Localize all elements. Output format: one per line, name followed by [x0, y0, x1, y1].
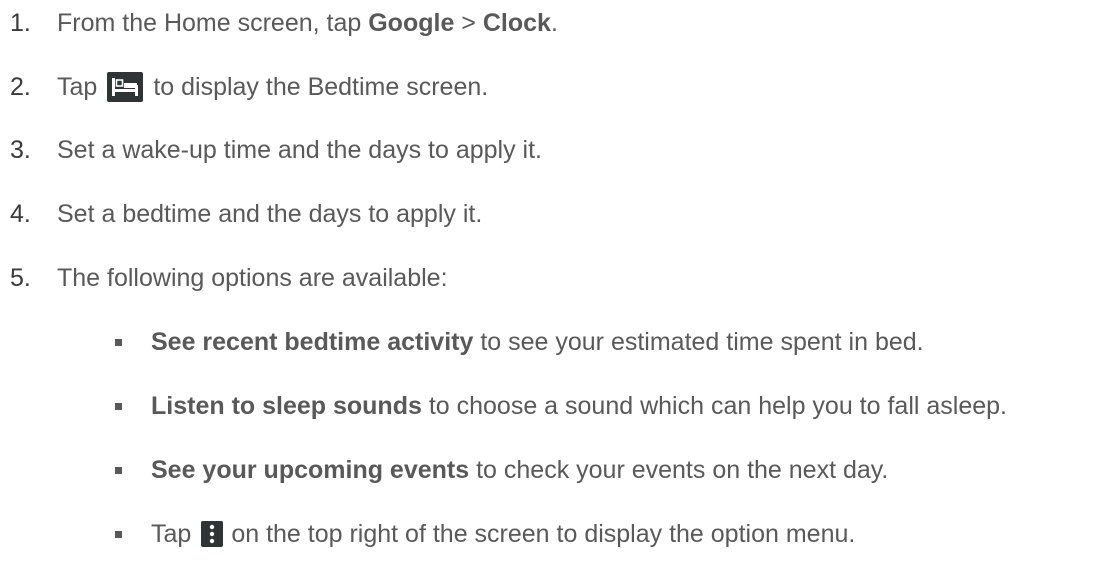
step-text: From the Home screen, tap Google > Clock… — [57, 9, 558, 38]
clock-label: Clock — [482, 8, 551, 37]
more-vertical-icon — [201, 521, 224, 547]
step-number: 5. — [10, 263, 31, 292]
list-item: Tap on the top right of the screen to di… — [0, 514, 1114, 554]
step-number: 4. — [10, 199, 31, 228]
step-text: Set a wake-up time and the days to apply… — [57, 135, 542, 164]
separator: > — [454, 8, 483, 37]
bullet-text-part: Tap — [151, 519, 192, 548]
bullet-text: See your upcoming events to check your e… — [151, 456, 888, 485]
bullet-marker — [115, 530, 122, 538]
bed-icon — [107, 72, 144, 102]
bullet-text: Listen to sleep sounds to choose a sound… — [151, 392, 1007, 421]
bullet-text: Tap on the top right of the screen to di… — [151, 520, 855, 549]
step-number: 1. — [10, 8, 31, 37]
option-name: See your upcoming events — [151, 455, 470, 484]
step-text-part: Tap — [57, 72, 98, 101]
list-item: See recent bedtime activity to see your … — [0, 322, 1114, 362]
step-2: 2. Tap to display the Bedtime screen. — [0, 67, 488, 107]
option-name: Listen to sleep sounds — [151, 391, 422, 420]
step-number: 2. — [10, 72, 31, 101]
bullet-marker — [115, 402, 122, 410]
option-name: See recent bedtime activity — [151, 327, 474, 356]
bullet-marker — [115, 338, 122, 346]
bullet-text: See recent bedtime activity to see your … — [151, 328, 924, 357]
step-text-part: to display the Bedtime screen. — [153, 72, 489, 101]
list-item: See your upcoming events to check your e… — [0, 450, 1114, 490]
step-5: 5. The following options are available: — [0, 258, 448, 298]
step-text-part: From the Home screen, tap — [57, 8, 369, 37]
option-description: to check your events on the next day. — [469, 455, 889, 484]
step-1: 1. From the Home screen, tap Google > Cl… — [0, 3, 558, 43]
step-text: Set a bedtime and the days to apply it. — [57, 199, 483, 228]
step-text-part: . — [550, 8, 558, 37]
option-description: to choose a sound which can help you to … — [421, 391, 1007, 420]
bullet-marker — [115, 466, 122, 474]
step-text: The following options are available: — [57, 263, 448, 292]
google-label: Google — [368, 8, 455, 37]
step-text: Tap to display the Bedtime screen. — [57, 72, 488, 102]
step-number: 3. — [10, 135, 31, 164]
step-3: 3. Set a wake-up time and the days to ap… — [0, 130, 542, 170]
option-description: to see your estimated time spent in bed. — [473, 327, 924, 356]
bullet-text-part: on the top right of the screen to displa… — [231, 519, 856, 548]
step-4: 4. Set a bedtime and the days to apply i… — [0, 194, 482, 234]
list-item: Listen to sleep sounds to choose a sound… — [0, 386, 1114, 426]
